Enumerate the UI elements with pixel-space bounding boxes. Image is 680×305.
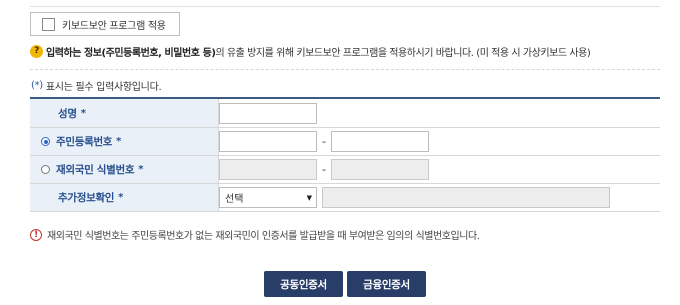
foreigner-number-back-input [331, 159, 429, 180]
additional-verification-header: 추가정보확인 * [30, 183, 219, 212]
resident-number-front-input[interactable] [219, 131, 317, 152]
resident-number-header: 주민등록번호 * [30, 127, 219, 156]
foreigner-number-cell: - [218, 155, 660, 184]
resident-number-row: 주민등록번호 * - [30, 127, 660, 156]
name-row: 성명 * [30, 98, 660, 128]
notice-text: 의 유출 방지를 위해 키보드보안 프로그램을 적용하시기 바랍니다. (미 적… [215, 47, 591, 59]
required-star: * [80, 107, 86, 119]
name-input[interactable] [219, 102, 317, 124]
dropdown-arrow-icon: ▼ [306, 193, 312, 202]
checkbox-box[interactable] [42, 17, 55, 31]
financial-certificate-button[interactable]: 금융인증서 [347, 271, 426, 297]
dashed-divider [30, 69, 660, 70]
notice-bold-text: 입력하는 정보(주민등록번호, 비밀번호 등) [46, 47, 216, 59]
top-divider [30, 6, 660, 7]
name-label: 성명 [58, 107, 77, 120]
foreigner-number-label[interactable]: 재외국민 식별번호 [56, 162, 135, 177]
resident-number-label[interactable]: 주민등록번호 [56, 134, 112, 149]
additional-verification-row: 추가정보확인 * 선택 ▼ [30, 183, 660, 212]
required-star: * [118, 192, 124, 203]
resident-number-radio[interactable] [41, 137, 50, 146]
resident-number-back-input[interactable] [331, 131, 429, 152]
joint-certificate-button[interactable]: 공동인증서 [264, 271, 343, 297]
identity-form-table: 성명 * 주민등록번호 * - 재외국민 식별번호 * - 추가정보확인 * 선… [30, 97, 660, 212]
foreigner-number-front-input [219, 159, 317, 180]
keyboard-security-checkbox[interactable]: 키보드보안 프로그램 적용 [30, 12, 180, 36]
verification-type-select[interactable]: 선택 ▼ [219, 187, 317, 208]
required-note-text: 표시는 필수 입력사항입니다. [45, 82, 162, 93]
hyphen-separator: - [322, 163, 326, 176]
required-marker: (*) [31, 80, 43, 91]
keyboard-security-label: 키보드보안 프로그램 적용 [62, 20, 166, 32]
foreigner-number-row: 재외국민 식별번호 * - [30, 155, 660, 184]
verification-detail-input [322, 187, 610, 208]
exclamation-icon: ! [30, 228, 42, 241]
required-note: (*) 표시는 필수 입력사항입니다. [31, 78, 162, 93]
question-icon: ? [30, 44, 43, 58]
additional-verification-label: 추가정보확인 [58, 192, 115, 204]
info-text: 재외국민 식별번호는 주민등록번호가 없는 재외국민이 인증서를 발급받을 때 … [47, 231, 480, 242]
keyboard-security-notice: ? 입력하는 정보(주민등록번호, 비밀번호 등) 의 유출 방지를 위해 키보… [30, 42, 670, 60]
foreigner-number-header: 재외국민 식별번호 * [30, 155, 219, 184]
select-value: 선택 [225, 194, 244, 205]
required-star: * [138, 164, 144, 175]
foreigner-number-radio[interactable] [41, 165, 50, 174]
hyphen-separator: - [322, 135, 326, 148]
resident-number-cell: - [218, 127, 660, 156]
name-header: 성명 * [30, 98, 219, 128]
name-cell [218, 98, 660, 128]
additional-verification-cell: 선택 ▼ [218, 183, 660, 212]
foreigner-number-info: ! 재외국민 식별번호는 주민등록번호가 없는 재외국민이 인증서를 발급받을 … [30, 227, 480, 242]
required-star: * [116, 136, 122, 147]
